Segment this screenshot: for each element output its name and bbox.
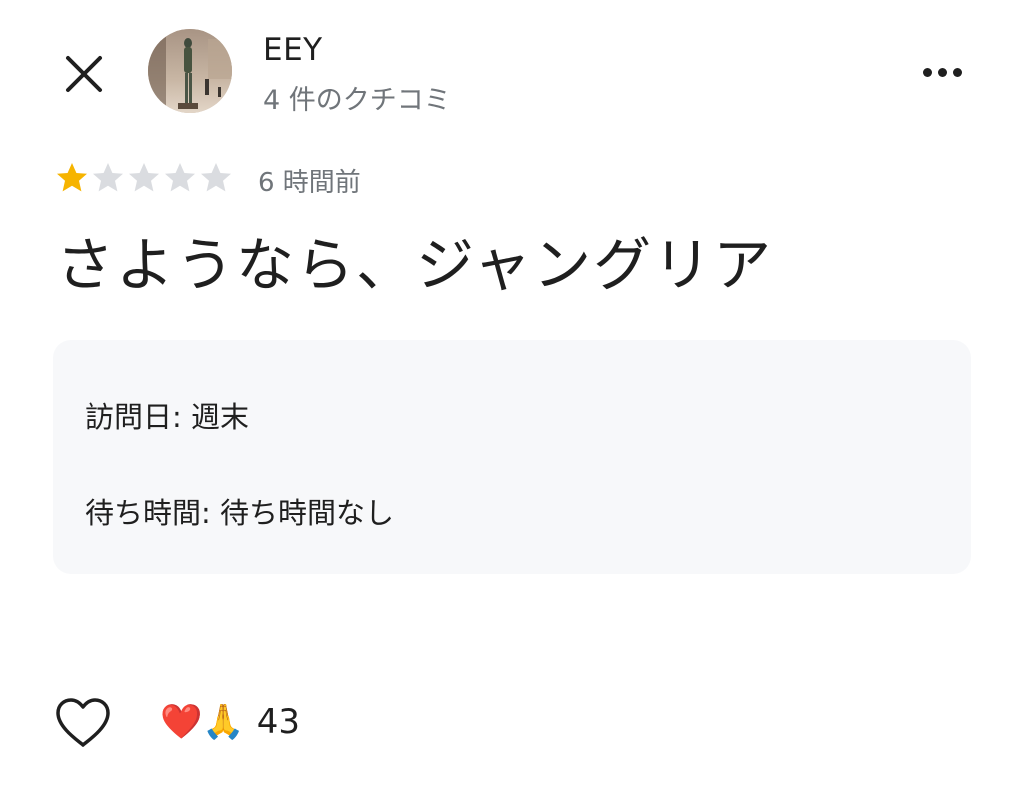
- review-detail-page: EEY 4 件のクチコミ 6 時間前 さようなら、ジャングリア 訪問日: 週末 …: [0, 0, 1024, 800]
- star-empty-icon: [129, 163, 159, 192]
- review-time: 6 時間前: [258, 168, 361, 198]
- avatar-photo: [148, 29, 232, 113]
- like-button[interactable]: [54, 696, 112, 750]
- heart-reaction-icon: ❤️: [160, 702, 203, 742]
- review-title: さようなら、ジャングリア: [56, 231, 774, 299]
- heart-outline-icon: [56, 698, 110, 747]
- avatar[interactable]: [148, 29, 232, 113]
- reactions-summary[interactable]: ❤️ 🙏 43: [160, 700, 300, 744]
- reaction-count: 43: [256, 702, 300, 742]
- pray-reaction-icon: 🙏: [202, 702, 245, 742]
- star-empty-icon: [165, 163, 195, 192]
- wait-time-info: 待ち時間: 待ち時間なし: [85, 496, 394, 530]
- visit-info-box: 訪問日: 週末 待ち時間: 待ち時間なし: [53, 340, 971, 574]
- user-name[interactable]: EEY: [263, 32, 323, 68]
- more-horizontal-icon: [922, 67, 962, 77]
- star-rating: [54, 160, 234, 196]
- star-empty-icon: [201, 163, 231, 192]
- close-button[interactable]: [56, 46, 112, 102]
- star-filled-icon: [57, 163, 87, 192]
- more-options-button[interactable]: [912, 52, 972, 92]
- close-icon: [66, 56, 102, 92]
- star-empty-icon: [93, 163, 123, 192]
- visit-date-info: 訪問日: 週末: [85, 400, 249, 434]
- review-count: 4 件のクチコミ: [263, 85, 451, 116]
